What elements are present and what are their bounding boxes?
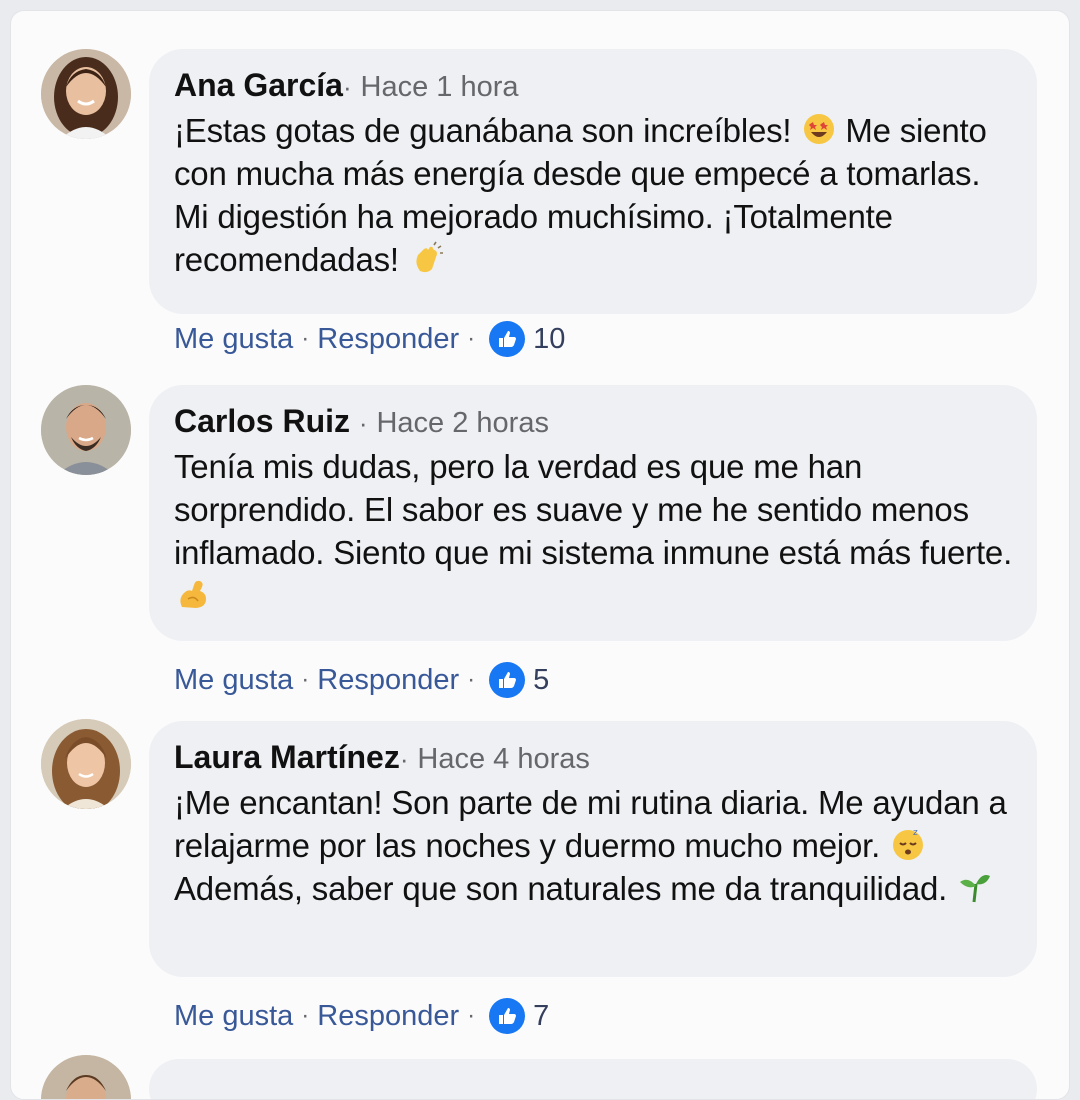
comment-header: Carlos Ruiz · Hace 2 horas: [174, 403, 1013, 441]
comment-bubble: Ana García· Hace 1 hora ¡Estas gotas de …: [149, 49, 1037, 314]
comments-panel: Ana García· Hace 1 hora ¡Estas gotas de …: [10, 10, 1070, 1100]
comment-actions: Me gusta · Responder · 7: [174, 998, 549, 1034]
flexed-biceps-emoji: [176, 577, 210, 611]
comment-text-part: Tenía mis dudas, pero la verdad es que m…: [174, 448, 1013, 571]
avatar[interactable]: [41, 49, 131, 139]
comment-bubble: Carlos Ruiz · Hace 2 horas Tenía mis dud…: [149, 385, 1037, 641]
separator-dot: ·: [342, 72, 352, 102]
avatar[interactable]: [41, 385, 131, 475]
comment-author[interactable]: Laura Martínez: [174, 739, 400, 775]
reply-link[interactable]: Responder: [317, 1000, 459, 1033]
comment-text: ¡Me encantan! Son parte de mi rutina dia…: [174, 781, 1013, 910]
like-link[interactable]: Me gusta: [174, 1000, 293, 1033]
svg-text:z: z: [913, 828, 918, 838]
comment-bubble: Laura Martínez· Hace 4 horas ¡Me encanta…: [149, 721, 1037, 977]
reply-link[interactable]: Responder: [317, 323, 459, 356]
separator-dot: ·: [301, 1002, 310, 1029]
comment-header: Ana García· Hace 1 hora: [174, 67, 1013, 105]
separator-dot: ·: [301, 325, 310, 352]
comment-actions: Me gusta · Responder · 10: [174, 321, 565, 357]
comment-author[interactable]: Ana García: [174, 67, 343, 103]
comment-text: ¡Estas gotas de guanábana son increíbles…: [174, 109, 1013, 281]
like-count: 5: [533, 663, 550, 696]
like-link[interactable]: Me gusta: [174, 323, 293, 356]
thumbs-up-icon[interactable]: [489, 998, 526, 1034]
like-link[interactable]: Me gusta: [174, 664, 293, 697]
comment-author[interactable]: Carlos Ruiz: [174, 403, 350, 439]
separator-dot: ·: [467, 1002, 476, 1029]
thumbs-up-icon[interactable]: [489, 662, 526, 698]
comment-text-part: ¡Estas gotas de guanábana son increíbles…: [174, 112, 792, 149]
reply-link[interactable]: Responder: [317, 664, 459, 697]
star-struck-emoji: [802, 112, 836, 146]
comment-timestamp[interactable]: Hace 2 horas: [376, 407, 549, 439]
comment-text-part: ¡Me encantan! Son parte de mi rutina dia…: [174, 784, 1007, 864]
comment-text: Tenía mis dudas, pero la verdad es que m…: [174, 445, 1013, 617]
comment-timestamp[interactable]: Hace 4 horas: [417, 743, 590, 775]
seedling-emoji: [958, 870, 992, 904]
separator-dot: ·: [467, 325, 476, 352]
sleeping-face-emoji: z: [891, 827, 925, 861]
clapping-hands-emoji: [410, 241, 444, 275]
separator-dot: ·: [467, 666, 476, 693]
separator-dot: ·: [301, 666, 310, 693]
thumbs-up-icon[interactable]: [489, 321, 526, 357]
comment-header: Laura Martínez· Hace 4 horas: [174, 739, 1013, 777]
comment-timestamp[interactable]: Hace 1 hora: [361, 71, 519, 103]
avatar[interactable]: [41, 719, 131, 809]
like-count: 10: [533, 322, 566, 355]
separator-dot: ·: [358, 408, 368, 438]
comment-actions: Me gusta · Responder · 5: [174, 662, 549, 698]
comment-text-part: Además, saber que son naturales me da tr…: [174, 870, 948, 907]
avatar[interactable]: [41, 1055, 131, 1099]
separator-dot: ·: [399, 744, 409, 774]
like-count: 7: [533, 999, 550, 1032]
